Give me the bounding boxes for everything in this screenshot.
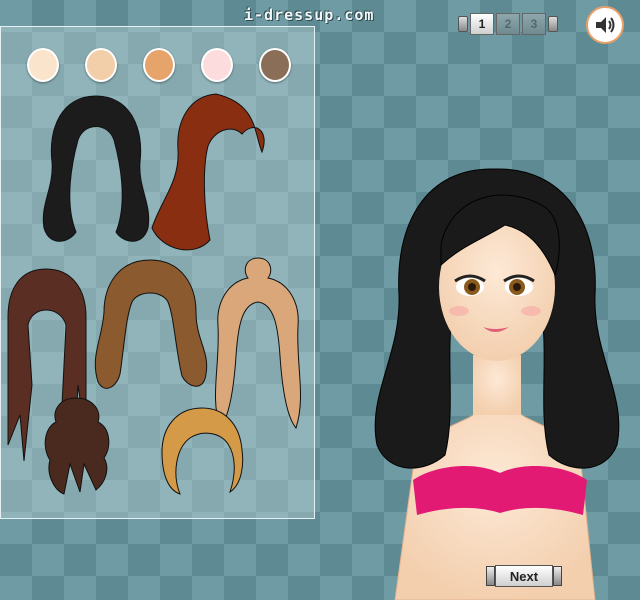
skin-tone-swatch[interactable] [143,48,175,82]
speaker-icon [596,17,615,33]
next-button-label: Next [495,565,553,587]
skin-tone-swatch[interactable] [27,48,59,82]
hair-option-short-bob[interactable] [158,404,244,496]
dressup-model [374,168,620,600]
model-top [413,465,587,515]
page-rail-left [458,16,468,32]
page-selector: 1 2 3 [458,13,558,35]
page-2-button[interactable]: 2 [496,13,520,35]
skin-tone-swatch[interactable] [201,48,233,82]
hair-option-medium-wavy[interactable] [88,256,212,406]
next-button-cap-right [553,566,562,586]
page-3-button[interactable]: 3 [522,13,546,35]
skin-tone-swatch[interactable] [85,48,117,82]
skin-tone-swatch[interactable] [259,48,291,82]
next-button-cap-left [486,566,495,586]
site-logo[interactable]: i-dressup.com [244,6,374,24]
hair-option-messy-bun[interactable] [40,394,114,496]
hair-option-long-wavy[interactable] [34,92,158,252]
page-1-button[interactable]: 1 [470,13,494,35]
sound-toggle-button[interactable] [586,6,624,44]
hair-option-side-swept[interactable] [146,90,270,260]
page-rail-right [548,16,558,32]
next-button[interactable]: Next [486,565,562,587]
